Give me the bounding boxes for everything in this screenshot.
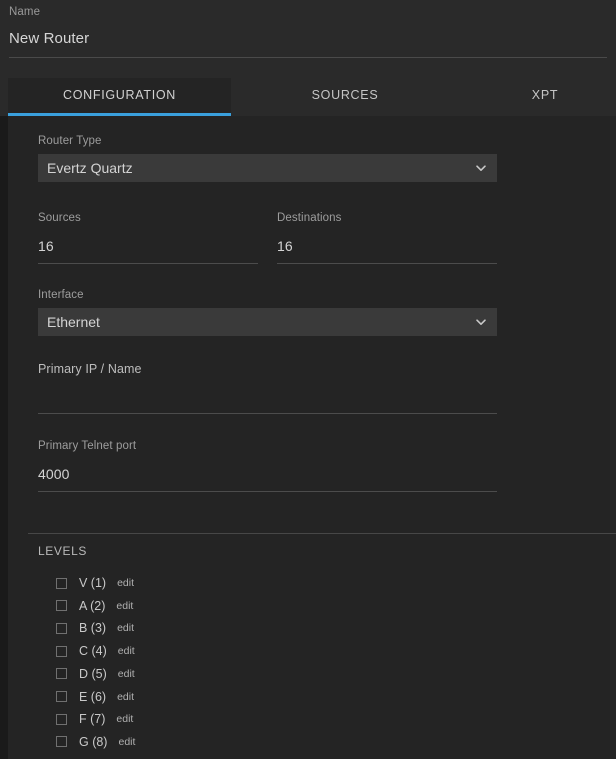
primary-telnet-port-label: Primary Telnet port <box>38 440 137 452</box>
interface-value: Ethernet <box>47 314 100 330</box>
level-checkbox[interactable] <box>56 577 67 589</box>
level-row[interactable]: V (1) edit <box>56 573 134 593</box>
tab-sources-label: SOURCES <box>311 88 379 102</box>
left-edge-strip <box>0 116 8 759</box>
configuration-content: Router Type Evertz Quartz Sources 16 Des… <box>8 116 616 759</box>
level-row[interactable]: D (5) edit <box>56 664 135 684</box>
level-checkbox[interactable] <box>56 713 67 725</box>
level-checkbox[interactable] <box>56 600 67 612</box>
chevron-down-icon <box>475 162 487 174</box>
sources-underline <box>38 263 258 264</box>
tab-xpt-label: XPT <box>531 88 559 102</box>
level-edit-link[interactable]: edit <box>117 622 134 634</box>
level-row[interactable]: F (7) edit <box>56 709 133 729</box>
router-config-panel: Name New Router CONFIGURATION SOURCES XP… <box>0 0 616 759</box>
level-row[interactable]: E (6) edit <box>56 687 134 707</box>
interface-select[interactable]: Ethernet <box>38 308 497 336</box>
router-type-label: Router Type <box>38 135 102 147</box>
sources-input[interactable]: 16 <box>38 238 54 254</box>
level-label: V (1) <box>79 576 107 590</box>
name-input[interactable]: New Router <box>9 30 89 47</box>
interface-label: Interface <box>38 289 84 301</box>
level-edit-link[interactable]: edit <box>117 691 134 703</box>
level-checkbox[interactable] <box>56 668 67 680</box>
section-divider <box>28 533 616 534</box>
level-checkbox[interactable] <box>56 622 67 634</box>
destinations-input[interactable]: 16 <box>277 238 293 254</box>
level-edit-link[interactable]: edit <box>118 645 135 657</box>
level-label: C (4) <box>79 644 107 659</box>
level-label: F (7) <box>79 712 106 727</box>
primary-ip-underline <box>38 413 497 414</box>
level-checkbox[interactable] <box>56 645 67 657</box>
level-label: B (3) <box>79 621 107 636</box>
level-edit-link[interactable]: edit <box>116 713 133 725</box>
configuration-body: Router Type Evertz Quartz Sources 16 Des… <box>0 116 616 759</box>
level-row[interactable]: G (8) edit <box>56 732 135 752</box>
level-row[interactable]: C (4) edit <box>56 641 135 661</box>
router-type-select[interactable]: Evertz Quartz <box>38 154 497 182</box>
destinations-label: Destinations <box>277 212 342 224</box>
level-label: E (6) <box>79 689 107 704</box>
level-edit-link[interactable]: edit <box>118 668 135 680</box>
level-row[interactable]: B (3) edit <box>56 618 134 638</box>
level-label: A (2) <box>79 598 106 613</box>
level-row[interactable]: A (2) edit <box>56 596 133 616</box>
level-checkbox[interactable] <box>56 736 67 748</box>
level-edit-link[interactable]: edit <box>116 600 133 612</box>
tab-xpt[interactable]: XPT <box>480 78 610 116</box>
levels-section-title: LEVELS <box>38 544 87 558</box>
level-edit-link[interactable]: edit <box>118 736 135 748</box>
tab-configuration[interactable]: CONFIGURATION <box>8 78 231 116</box>
primary-ip-label: Primary IP / Name <box>38 362 142 376</box>
tab-configuration-label: CONFIGURATION <box>62 88 177 102</box>
level-edit-link[interactable]: edit <box>117 577 134 589</box>
primary-telnet-port-underline <box>38 491 497 492</box>
level-label: D (5) <box>79 666 107 681</box>
tab-sources[interactable]: SOURCES <box>255 78 435 116</box>
name-header: Name New Router <box>0 0 616 58</box>
chevron-down-icon <box>475 316 487 328</box>
level-label: G (8) <box>79 734 108 749</box>
destinations-underline <box>277 263 497 264</box>
router-type-value: Evertz Quartz <box>47 160 133 176</box>
primary-telnet-port-input[interactable]: 4000 <box>38 466 70 482</box>
sources-label: Sources <box>38 212 81 224</box>
level-checkbox[interactable] <box>56 691 67 702</box>
name-label: Name <box>9 6 41 18</box>
tab-bar: CONFIGURATION SOURCES XPT <box>0 58 616 116</box>
